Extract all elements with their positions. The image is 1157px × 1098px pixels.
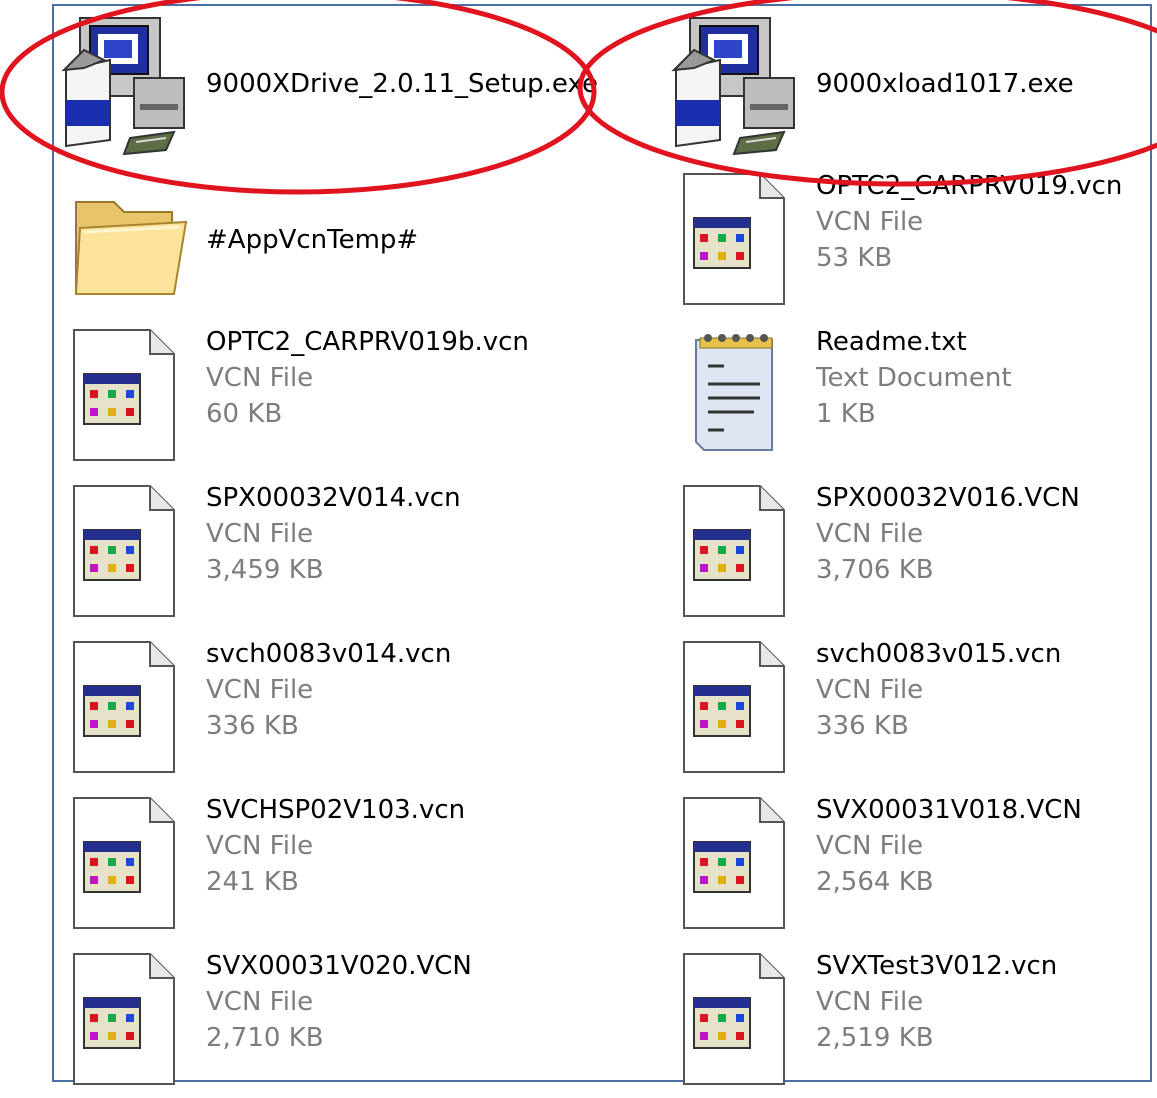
- file-type: VCN File: [206, 519, 314, 549]
- file-size: 336 KB: [206, 711, 299, 741]
- file-name: SVCHSP02V103.vcn: [206, 795, 466, 825]
- text-document-icon: [664, 324, 814, 474]
- file-name: SVX00031V018.VCN: [816, 795, 1082, 825]
- file-size: 1 KB: [816, 399, 876, 429]
- file-name: SVX00031V020.VCN: [206, 951, 472, 981]
- file-type: VCN File: [816, 675, 924, 705]
- file-name: 9000xload1017.exe: [816, 69, 1074, 99]
- file-type: VCN File: [816, 987, 924, 1017]
- file-type: Text Document: [816, 363, 1012, 393]
- file-name: Readme.txt: [816, 327, 967, 357]
- file-size: 2,710 KB: [206, 1023, 324, 1053]
- file-type: VCN File: [816, 831, 924, 861]
- file-type: VCN File: [206, 987, 314, 1017]
- vcn-file-icon: [54, 324, 204, 474]
- vcn-file-icon: [54, 792, 204, 942]
- file-size: 2,564 KB: [816, 867, 934, 897]
- vcn-file-icon: [54, 636, 204, 786]
- file-name: 9000XDrive_2.0.11_Setup.exe: [206, 69, 599, 99]
- file-name: OPTC2_CARPRV019.vcn: [816, 171, 1123, 201]
- vcn-file-icon: [664, 480, 814, 630]
- vcn-file-icon: [664, 636, 814, 786]
- vcn-file-icon: [664, 168, 814, 318]
- file-size: 3,459 KB: [206, 555, 324, 585]
- file-name: SPX00032V014.vcn: [206, 483, 461, 513]
- vcn-file-icon: [664, 792, 814, 942]
- setup-installer-icon: [664, 8, 814, 158]
- file-type: VCN File: [206, 675, 314, 705]
- file-type: VCN File: [206, 831, 314, 861]
- vcn-file-icon: [664, 948, 814, 1098]
- file-size: 336 KB: [816, 711, 909, 741]
- file-size: 241 KB: [206, 867, 299, 897]
- file-size: 60 KB: [206, 399, 283, 429]
- file-name: SVXTest3V012.vcn: [816, 951, 1058, 981]
- file-size: 53 KB: [816, 243, 893, 273]
- vcn-file-icon: [54, 948, 204, 1098]
- file-name: SPX00032V016.VCN: [816, 483, 1080, 513]
- file-type: VCN File: [816, 207, 924, 237]
- file-type: VCN File: [206, 363, 314, 393]
- file-name: svch0083v015.vcn: [816, 639, 1062, 669]
- file-name: OPTC2_CARPRV019b.vcn: [206, 327, 529, 357]
- file-size: 2,519 KB: [816, 1023, 934, 1053]
- folder-name: #AppVcnTemp#: [206, 225, 419, 255]
- file-list-view: 9000XDrive_2.0.11_Setup.exe 9000xload101…: [52, 4, 1152, 1085]
- file-type: VCN File: [816, 519, 924, 549]
- folder-icon: [54, 166, 204, 316]
- vcn-file-icon: [54, 480, 204, 630]
- file-name: svch0083v014.vcn: [206, 639, 452, 669]
- setup-installer-icon: [54, 8, 204, 158]
- file-size: 3,706 KB: [816, 555, 934, 585]
